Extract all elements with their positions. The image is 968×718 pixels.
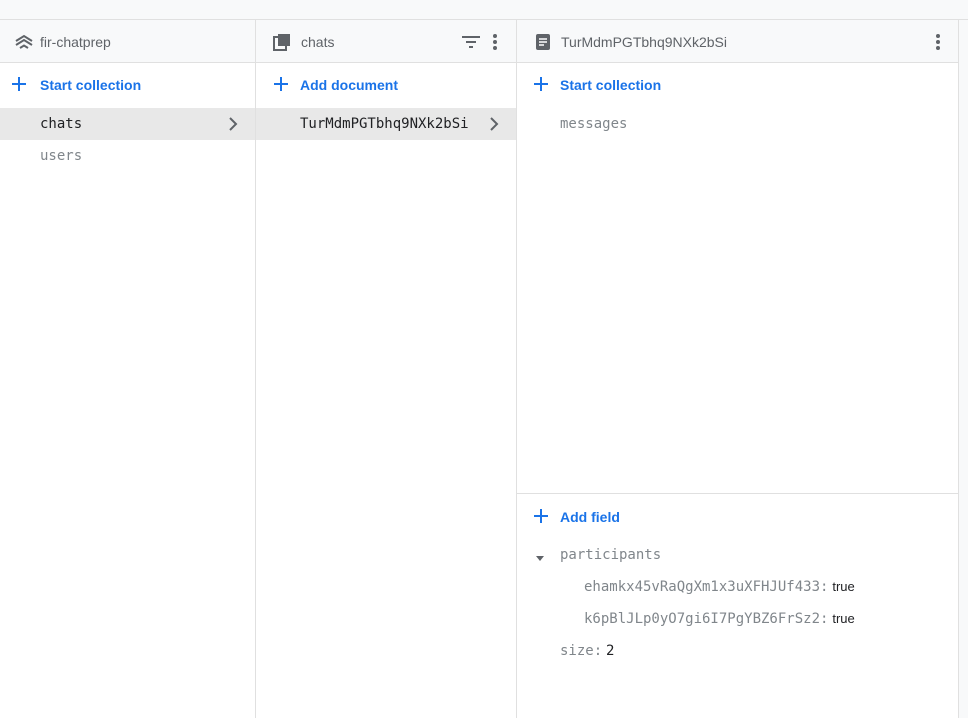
root-panel-header: fir-chatprep [0,20,255,63]
collection-item-label: chats [40,116,83,132]
top-toolbar-strip [0,0,968,20]
collection-item-chats[interactable]: chats [0,108,255,140]
document-item-label: TurMdmPGTbhq9NXk2bSi [300,116,469,132]
plus-icon [532,75,550,93]
project-title[interactable]: fir-chatprep [40,34,111,50]
collection-item-label: users [40,148,83,164]
document-panel: TurMdmPGTbhq9NXk2bSi Start collection me… [517,20,959,718]
document-panel-header: TurMdmPGTbhq9NXk2bSi [517,20,958,63]
field-value: 2 [606,643,615,659]
field-key: size: [560,643,603,659]
firestore-data-viewer: fir-chatprep Start collection chats user… [0,0,968,718]
field-key: ehamkx45vRaQgXm1x3uXFHJUf433: [584,579,829,595]
subcollection-item-messages[interactable]: messages [517,108,958,140]
more-vert-icon[interactable] [483,30,507,54]
caret-down-icon[interactable] [535,550,545,561]
more-vert-icon[interactable] [926,30,950,54]
field-key: participants [560,547,662,563]
collection-panel: chats Add document TurMdmPGTbhq9NXk2bSi [256,20,517,718]
plus-icon [272,75,290,93]
collection-item-users[interactable]: users [0,140,255,172]
field-key: k6pBlJLp0yO7gi6I7PgYBZ6FrSz2: [584,611,829,627]
add-document-button[interactable]: Add document [256,64,516,104]
add-document-label: Add document [300,77,398,93]
start-subcollection-button[interactable]: Start collection [517,64,958,104]
field-size[interactable]: size: 2 [560,642,614,659]
collection-icon [272,32,292,52]
filter-icon[interactable] [459,30,483,54]
field-participant-entry[interactable]: k6pBlJLp0yO7gi6I7PgYBZ6FrSz2: true [584,610,855,627]
root-panel: fir-chatprep Start collection chats user… [0,20,256,718]
collection-panel-header: chats [256,20,516,63]
add-field-label: Add field [560,509,620,525]
document-icon [533,32,553,52]
field-value: true [832,611,855,626]
subcollection-item-label: messages [560,116,628,132]
document-item[interactable]: TurMdmPGTbhq9NXk2bSi [256,108,516,140]
add-field-button[interactable]: Add field [517,496,958,536]
chevron-right-icon [486,116,502,132]
right-gutter [959,20,968,718]
start-subcollection-label: Start collection [560,77,662,93]
field-value: true [832,579,855,594]
document-title: TurMdmPGTbhq9NXk2bSi [561,34,727,50]
document-fields-section: Add field participants ehamkx45vRaQgXm1x… [517,493,958,718]
chevron-right-icon [225,116,241,132]
firestore-root-icon [14,32,34,52]
start-collection-label: Start collection [40,77,142,93]
start-collection-button[interactable]: Start collection [0,64,255,104]
field-participants[interactable]: participants [560,546,661,563]
plus-icon [10,75,28,93]
collection-title: chats [301,34,335,50]
plus-icon [532,507,550,525]
field-participant-entry[interactable]: ehamkx45vRaQgXm1x3uXFHJUf433: true [584,578,855,595]
